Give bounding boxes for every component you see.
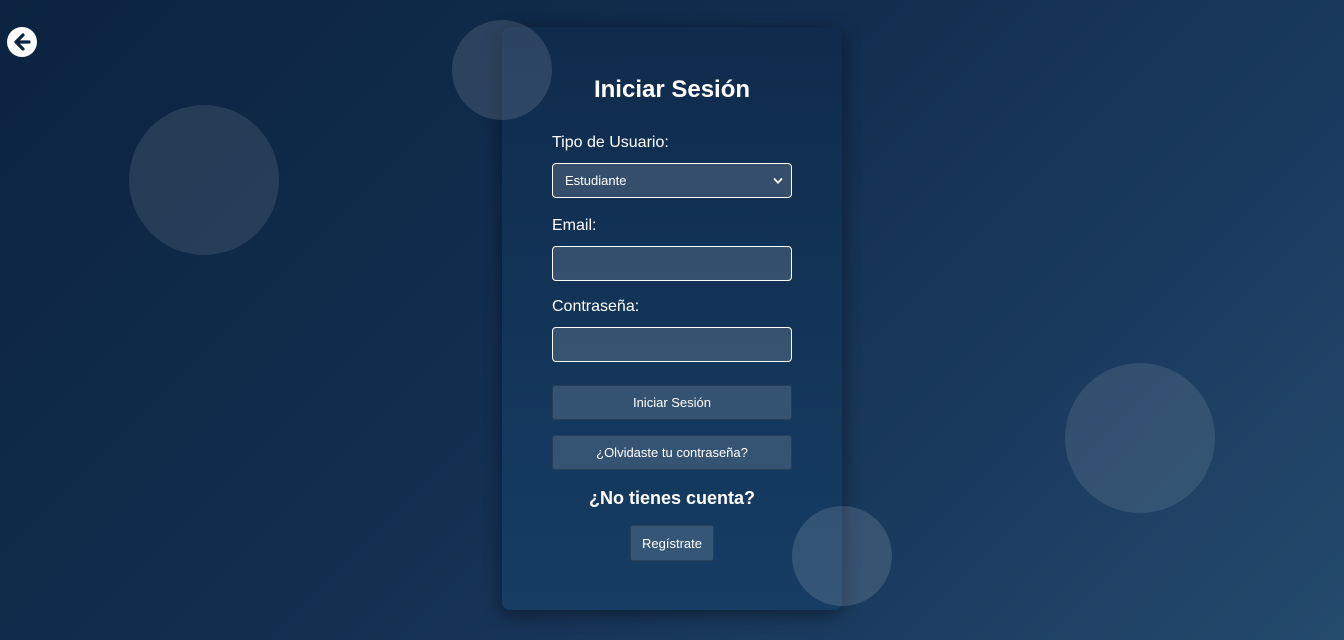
- forgot-password-button[interactable]: ¿Olvidaste tu contraseña?: [552, 435, 792, 470]
- password-label: Contraseña:: [552, 298, 640, 315]
- user-type-selected-value: Estudiante: [565, 173, 627, 188]
- decorative-circle: [1065, 363, 1215, 513]
- email-field[interactable]: [552, 246, 792, 281]
- back-button[interactable]: [7, 27, 37, 57]
- password-field[interactable]: [552, 327, 792, 362]
- email-label: Email:: [552, 217, 597, 234]
- page-title: Iniciar Sesión: [593, 76, 751, 103]
- register-button[interactable]: Regístrate: [630, 525, 714, 561]
- arrow-left-icon: [14, 33, 31, 51]
- decorative-circle: [129, 105, 279, 255]
- login-button[interactable]: Iniciar Sesión: [552, 385, 792, 420]
- user-type-select[interactable]: Estudiante: [552, 163, 792, 198]
- chevron-down-icon: [773, 176, 783, 186]
- user-type-label: Tipo de Usuario:: [552, 134, 669, 151]
- login-card: Iniciar Sesión Tipo de Usuario: Estudian…: [502, 27, 842, 610]
- no-account-heading: ¿No tienes cuenta?: [588, 488, 756, 508]
